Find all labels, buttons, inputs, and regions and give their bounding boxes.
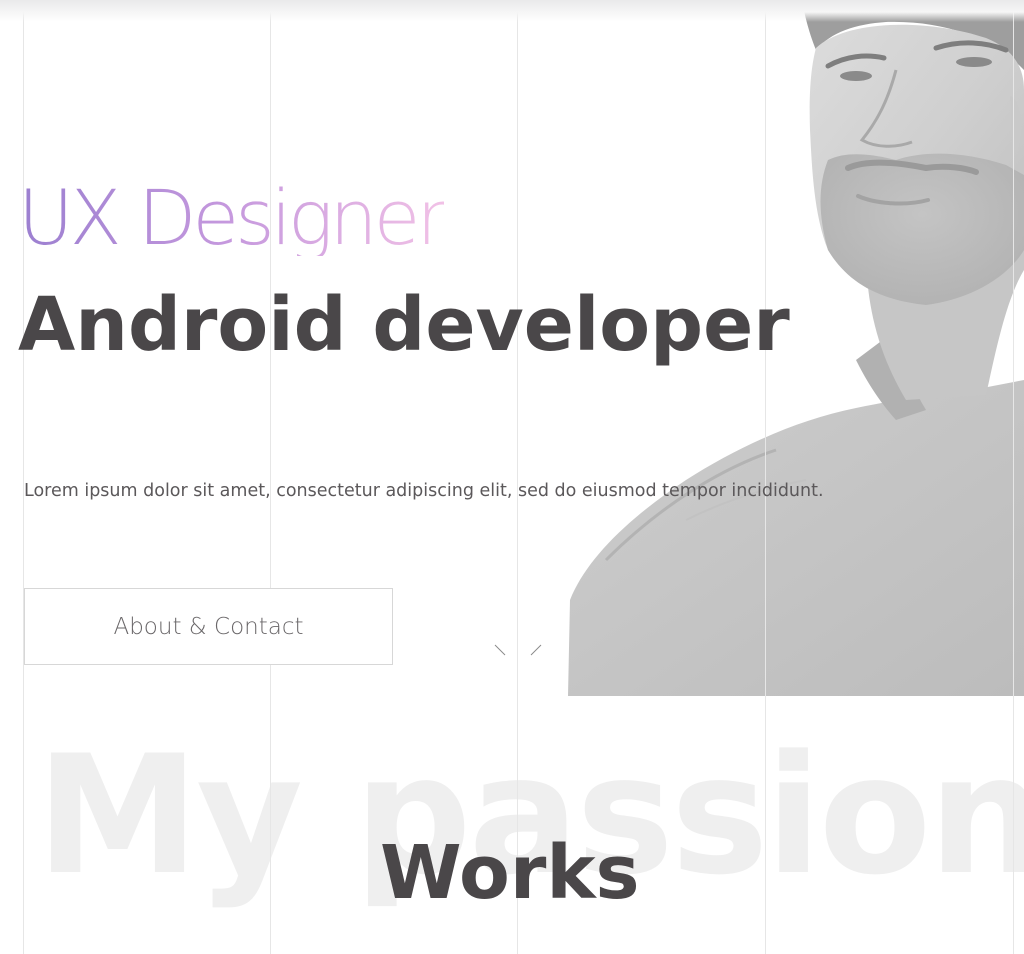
grid-line	[765, 0, 766, 954]
grid-line	[517, 0, 518, 954]
hero-subtitle: UX Designer	[18, 173, 448, 262]
grid-line	[1013, 0, 1014, 954]
grid-line	[23, 0, 24, 954]
hero-headline: Android developer	[18, 282, 790, 368]
about-contact-button[interactable]: About & Contact	[24, 588, 393, 665]
top-shadow	[0, 0, 1024, 22]
works-section-title: Works	[380, 830, 640, 916]
page: UX Designer Android developer Lorem ipsu…	[0, 0, 1024, 954]
chevron-down-icon	[494, 644, 542, 656]
hero-intro-text: Lorem ipsum dolor sit amet, consectetur …	[24, 481, 824, 501]
scroll-down-button[interactable]	[494, 643, 542, 657]
grid-line	[270, 0, 271, 954]
